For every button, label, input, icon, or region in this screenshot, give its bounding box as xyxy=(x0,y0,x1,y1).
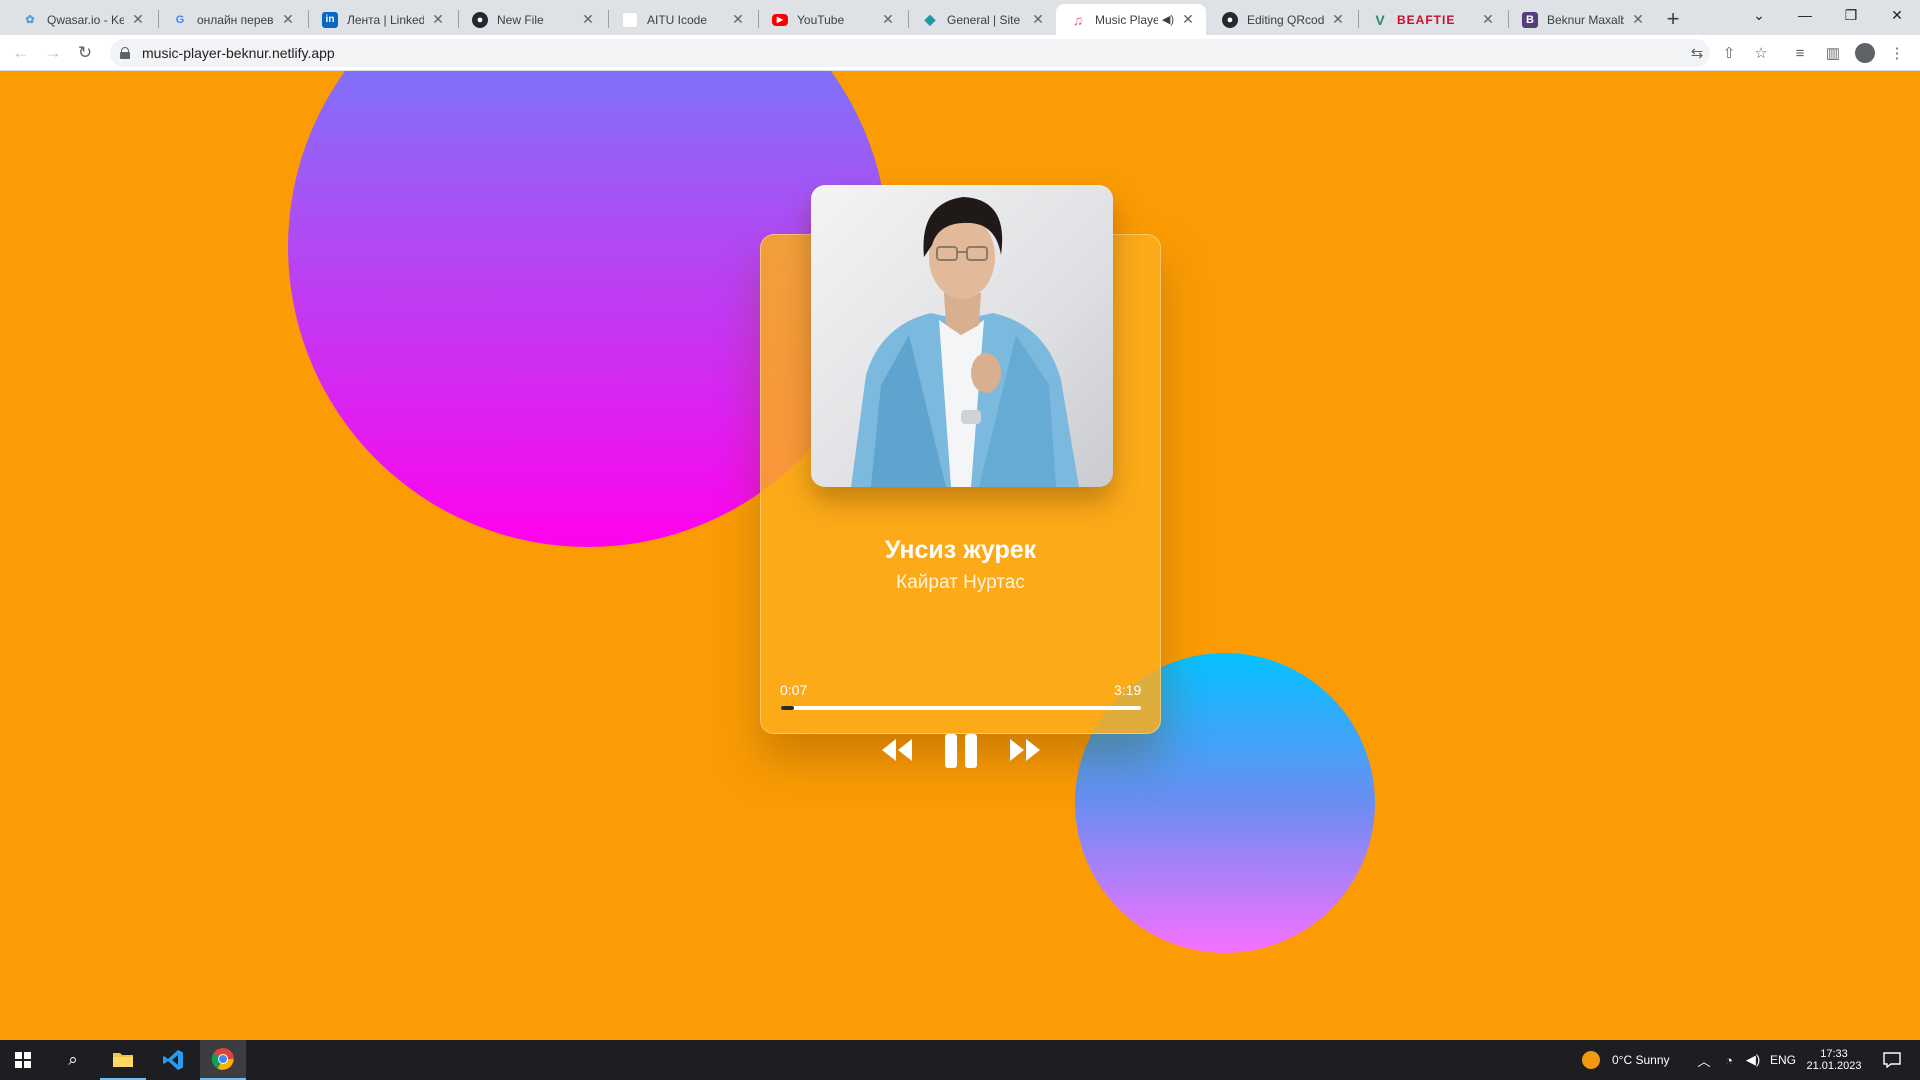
clock-time: 17:33 xyxy=(1820,1048,1848,1060)
close-icon[interactable]: ✕ xyxy=(1630,11,1646,28)
close-icon[interactable]: ✕ xyxy=(1330,11,1346,28)
close-icon[interactable]: ✕ xyxy=(430,11,446,28)
translate-icon[interactable]: ⇆ xyxy=(1684,40,1710,66)
tab-youtube[interactable]: ▶ YouTube ✕ xyxy=(758,4,906,35)
close-icon[interactable]: ✕ xyxy=(130,11,146,28)
youtube-icon: ▶ xyxy=(772,13,788,26)
blank-page-icon xyxy=(622,11,638,28)
new-tab-button[interactable]: + xyxy=(1660,6,1686,32)
tab-music-player[interactable]: ♫ Music Playe ◀) ✕ xyxy=(1056,4,1206,35)
close-icon[interactable]: ✕ xyxy=(880,11,896,28)
fast-forward-icon xyxy=(1010,739,1040,761)
bookmark-star-icon[interactable]: ☆ xyxy=(1748,40,1774,66)
close-icon[interactable]: ✕ xyxy=(1030,11,1046,28)
side-panel-icon[interactable]: ▥ xyxy=(1820,40,1846,66)
github-icon: ● xyxy=(1222,11,1238,28)
weather-sun-icon[interactable] xyxy=(1580,1040,1602,1080)
language-indicator[interactable]: ENG xyxy=(1770,1040,1796,1080)
tab-beknur[interactable]: B Beknur Maxalba ✕ xyxy=(1508,4,1656,35)
github-icon: ● xyxy=(472,11,488,28)
diamond-icon: ◆ xyxy=(924,11,936,27)
share-icon[interactable]: ⇧ xyxy=(1716,40,1742,66)
linkedin-icon: in xyxy=(322,11,338,28)
close-icon[interactable]: ✕ xyxy=(730,11,746,28)
close-icon[interactable]: ✕ xyxy=(1480,11,1496,28)
duration: 3:19 xyxy=(1114,682,1142,698)
back-icon[interactable]: ← xyxy=(8,40,34,66)
windows-start-icon[interactable] xyxy=(0,1040,46,1080)
browser-toolbar: ← → ↻ music-player-beknur.netlify.app ⇆ … xyxy=(0,35,1920,71)
tab-general[interactable]: ◆ General | Site se ✕ xyxy=(908,4,1056,35)
artist-photo xyxy=(851,197,1079,487)
tab-beaftie[interactable]: V BEAFTIE ✕ xyxy=(1358,4,1506,35)
reload-icon[interactable]: ↻ xyxy=(72,40,98,66)
rewind-button[interactable] xyxy=(875,733,919,767)
tab-search-icon[interactable]: ⌄ xyxy=(1736,0,1782,30)
tab-new-file[interactable]: ● New File ✕ xyxy=(458,4,606,35)
address-bar[interactable]: music-player-beknur.netlify.app xyxy=(110,39,1710,67)
clock-date: 21.01.2023 xyxy=(1806,1060,1862,1072)
tab-linkedin[interactable]: in Лента | LinkedIn ✕ xyxy=(308,4,456,35)
search-icon[interactable]: ⌕ xyxy=(50,1040,96,1080)
tab-qwasar[interactable]: ✿ Qwasar.io - Kee ✕ xyxy=(8,4,156,35)
media-control-icon[interactable]: ≡ xyxy=(1787,40,1813,66)
volume-icon[interactable]: ◀) xyxy=(1742,1040,1764,1080)
close-window-button[interactable]: ✕ xyxy=(1874,0,1920,30)
current-time: 0:07 xyxy=(780,682,808,698)
tab-aitu[interactable]: AITU Icode ✕ xyxy=(608,4,756,35)
close-icon[interactable]: ✕ xyxy=(280,11,296,28)
rewind-icon xyxy=(882,739,912,761)
menu-kebab-icon[interactable]: ⋮ xyxy=(1884,40,1910,66)
pause-icon xyxy=(945,734,977,768)
qwasar-icon: ✿ xyxy=(25,14,35,26)
speaker-icon[interactable]: ◀) xyxy=(1162,13,1174,26)
progress-fill xyxy=(781,706,794,710)
url-text[interactable]: music-player-beknur.netlify.app xyxy=(142,45,335,61)
music-note-icon: ♫ xyxy=(1072,11,1084,28)
lock-icon[interactable] xyxy=(120,47,130,59)
tab-strip: ✿ Qwasar.io - Kee ✕ G онлайн перевод ✕ i… xyxy=(0,0,1920,35)
chevron-up-icon[interactable]: ︿ xyxy=(1694,1040,1714,1080)
file-explorer-icon[interactable] xyxy=(100,1040,146,1080)
vscode-icon[interactable] xyxy=(150,1040,196,1080)
bootstrap-icon: B xyxy=(1522,11,1538,28)
vue-icon: V xyxy=(1375,11,1385,28)
tab-editing-qrcode[interactable]: ● Editing QRcode ✕ xyxy=(1208,4,1356,35)
chrome-icon[interactable] xyxy=(200,1040,246,1080)
profile-avatar-icon[interactable] xyxy=(1852,40,1878,66)
progress-bar[interactable] xyxy=(781,706,1141,710)
album-cover xyxy=(811,185,1113,487)
clock[interactable]: 17:33 21.01.2023 xyxy=(1802,1040,1866,1080)
restore-button[interactable]: ❐ xyxy=(1828,0,1874,30)
song-title: Унсиз журек xyxy=(884,536,1037,564)
weather-text[interactable]: 0°C Sunny xyxy=(1612,1040,1670,1080)
tab-translate[interactable]: G онлайн перевод ✕ xyxy=(158,4,306,35)
close-icon[interactable]: ✕ xyxy=(580,11,596,28)
minimize-button[interactable]: — xyxy=(1782,0,1828,30)
google-icon: G xyxy=(175,13,185,26)
song-artist: Кайрат Нуртас xyxy=(896,572,1025,593)
notifications-icon[interactable] xyxy=(1872,1040,1912,1080)
windows-taskbar: ⌕ 0°C Sunny ︿ ◔ ◀) ENG 17:33 21.01.2023 xyxy=(0,1040,1920,1080)
close-icon[interactable]: ✕ xyxy=(1180,11,1196,28)
pause-button[interactable] xyxy=(939,729,983,773)
network-icon[interactable]: ◔ xyxy=(1718,1040,1740,1080)
forward-icon[interactable]: → xyxy=(40,40,66,66)
fast-forward-button[interactable] xyxy=(1003,733,1047,767)
